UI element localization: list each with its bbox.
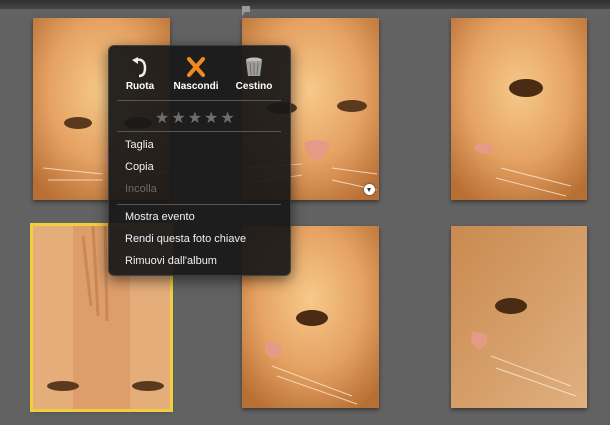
menu-item-copy[interactable]: Copia [125,161,154,173]
photo-thumbnail-3[interactable] [451,18,587,200]
menu-item-show-event[interactable]: Mostra evento [125,211,195,223]
cat-photo-icon [451,226,587,408]
photo-context-menu: Ruota Nascondi Cestino ★★★★★ Taglia Copi… [108,45,291,276]
flag-marker-icon [242,6,250,16]
menu-divider [117,204,281,205]
menu-item-paste: Incolla [125,183,157,195]
trash-button[interactable]: Cestino [226,56,282,92]
photo-thumbnail-6[interactable] [451,226,587,408]
rotate-icon [132,57,147,78]
photo-options-badge-icon[interactable] [364,184,375,195]
hide-x-icon [187,57,205,77]
rotate-label: Ruota [125,81,155,92]
hide-button[interactable]: Nascondi [168,56,224,92]
rotate-button[interactable]: Ruota [112,56,168,92]
menu-divider [117,131,281,132]
trash-icon [246,57,262,76]
menu-divider [117,100,281,101]
menu-item-remove-from-album[interactable]: Rimuovi dall'album [125,255,217,267]
menu-item-make-key-photo[interactable]: Rendi questa foto chiave [125,233,246,245]
star-rating[interactable]: ★★★★★ [155,108,237,128]
trash-label: Cestino [235,81,273,92]
top-toolbar-strip [0,0,610,9]
hide-label: Nascondi [173,81,219,92]
menu-item-cut[interactable]: Taglia [125,139,154,151]
cat-photo-icon [451,18,587,200]
